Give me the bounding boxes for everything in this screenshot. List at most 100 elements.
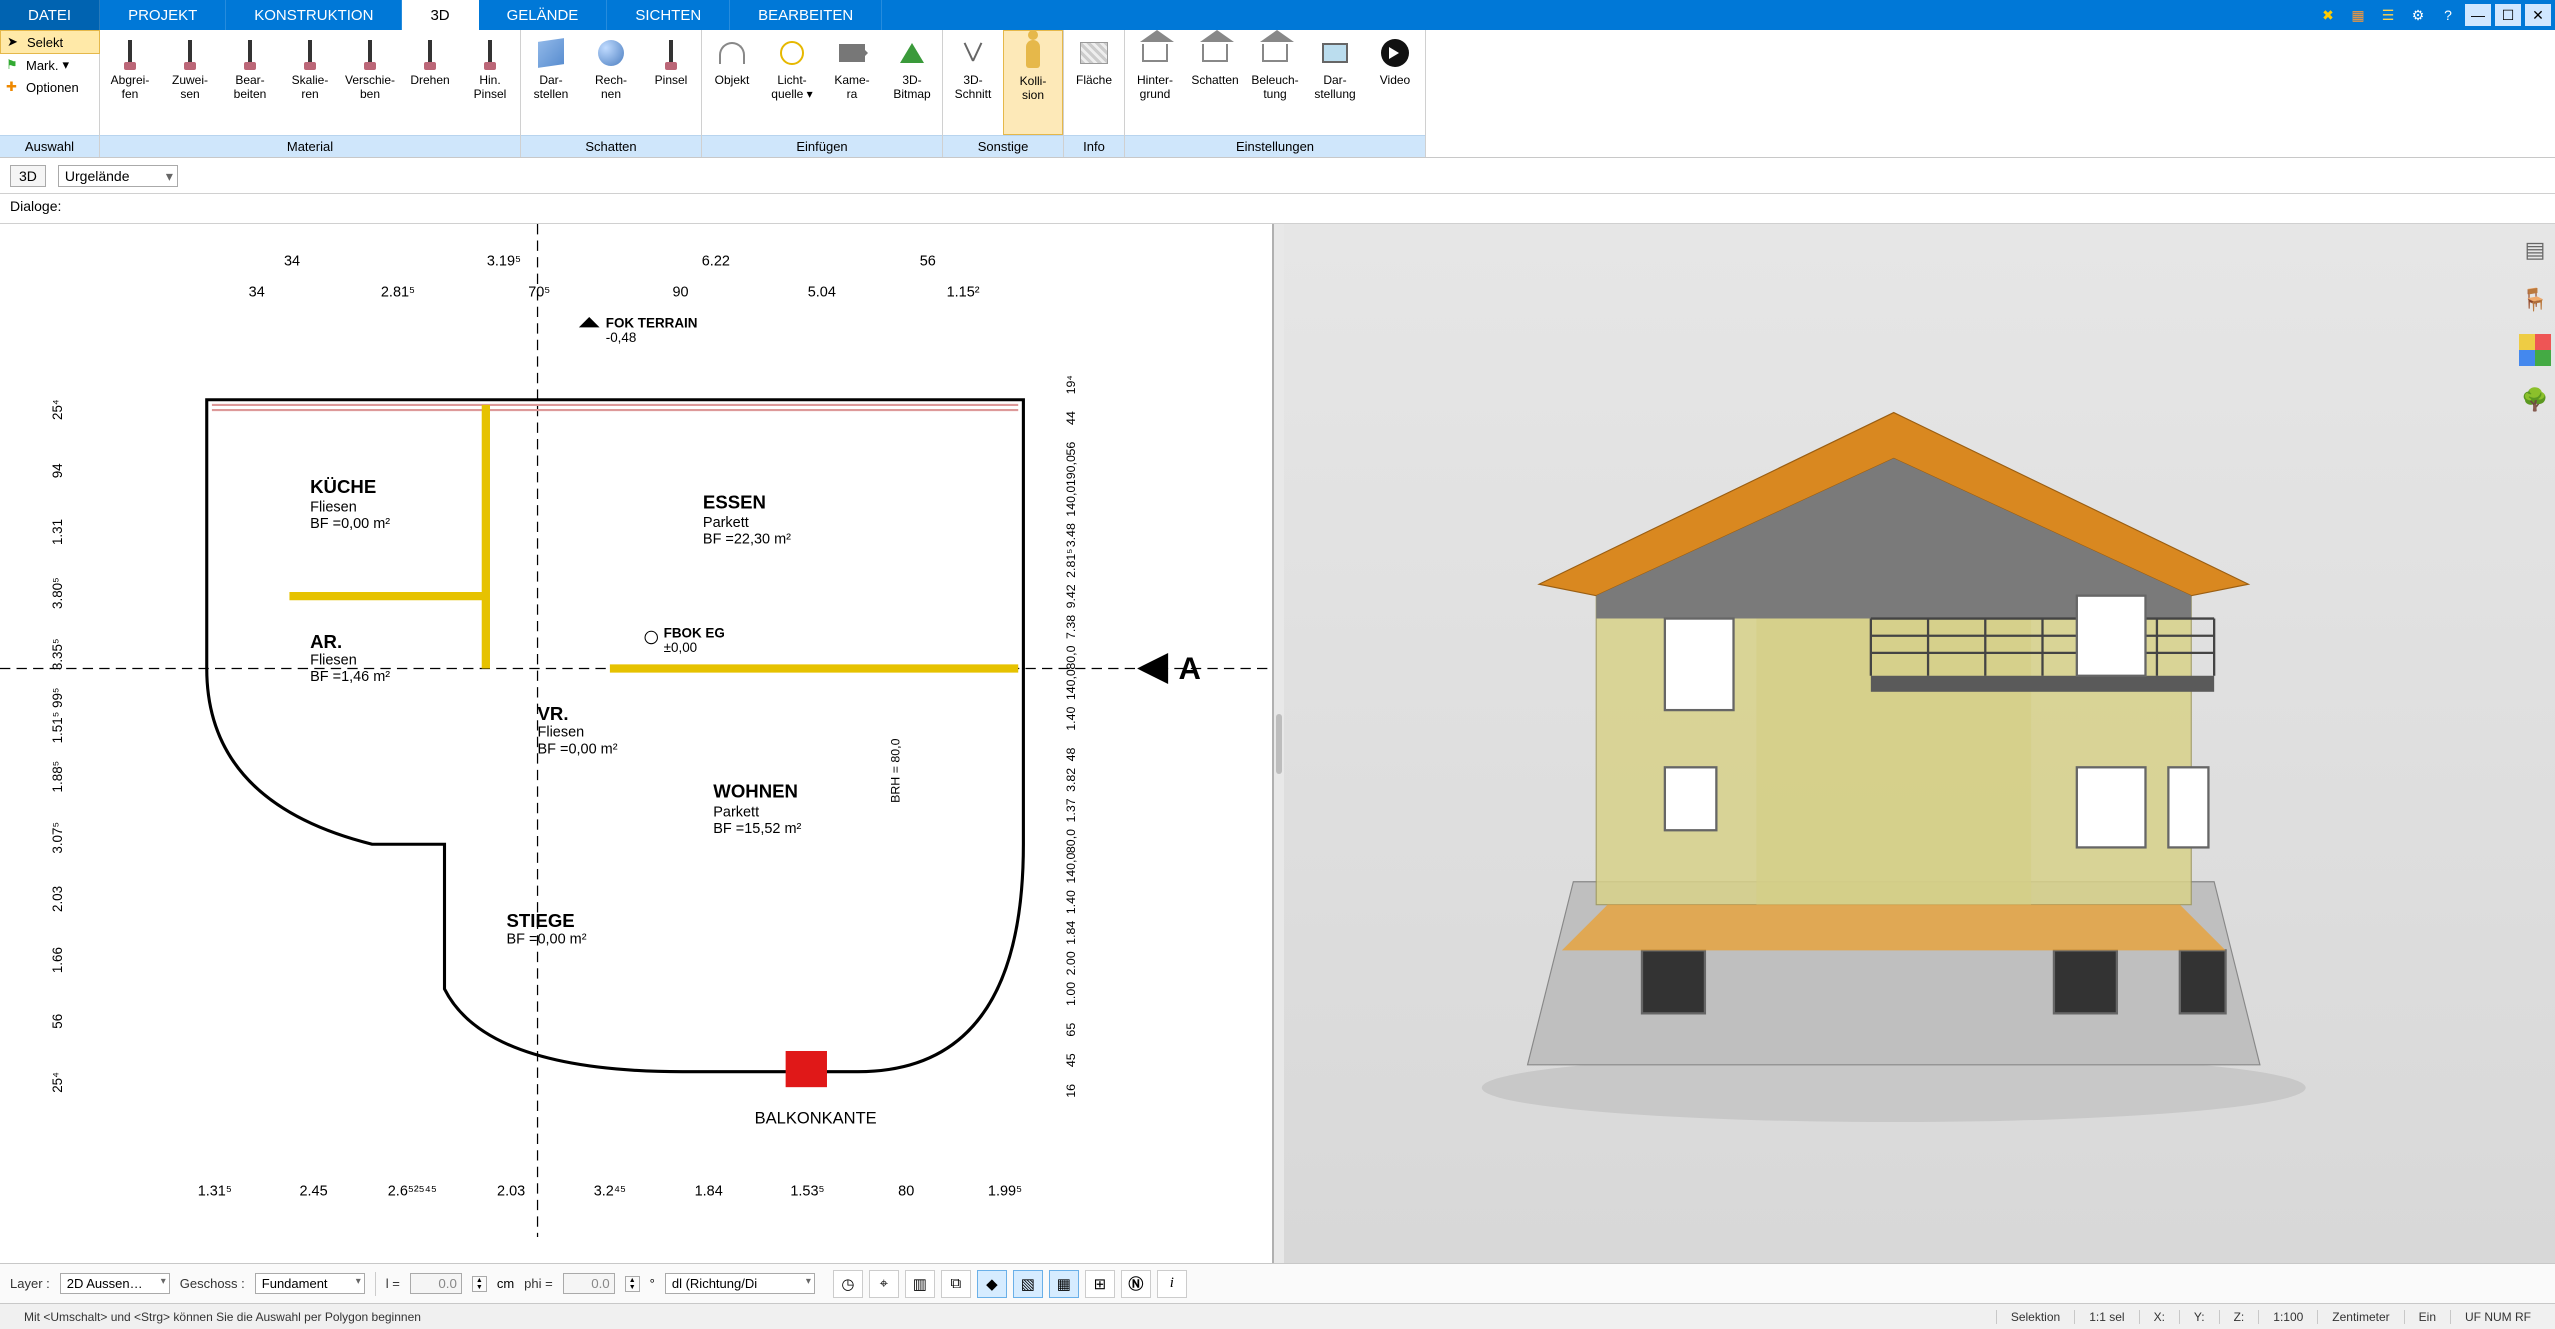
ribbon-btn-einstellungen-3[interactable]: Dar-stellung — [1305, 30, 1365, 135]
mark-tool[interactable]: ⚑ Mark. ▾ — [0, 54, 100, 76]
ribbon-btn-einstellungen-2[interactable]: Beleuch-tung — [1245, 30, 1305, 135]
ribbon-btn-label: Kame- — [834, 74, 869, 88]
length-spinner[interactable]: ▲▼ — [472, 1276, 487, 1292]
ico-screen-icon — [1318, 36, 1352, 70]
menu-tab-gelaende[interactable]: GELÄNDE — [479, 0, 608, 30]
ribbon-btn-material-1[interactable]: Zuwei-sen — [160, 30, 220, 135]
ribbon-btn-material-2[interactable]: Bear-beiten — [220, 30, 280, 135]
stack-icon[interactable]: ▥ — [905, 1270, 935, 1298]
palette-icon[interactable] — [2519, 334, 2551, 366]
ribbon-btn-schatten-0[interactable]: Dar-stellen — [521, 30, 581, 135]
svg-text:2.81⁵: 2.81⁵ — [381, 284, 415, 300]
ico-sphere-icon — [594, 36, 628, 70]
svg-text:3.80⁵: 3.80⁵ — [50, 577, 65, 609]
phi-input[interactable] — [563, 1273, 615, 1294]
help-icon[interactable]: ? — [2435, 4, 2461, 26]
layers2-icon[interactable]: ⧉ — [941, 1270, 971, 1298]
ico-house-icon — [1258, 36, 1292, 70]
svg-text:1.00: 1.00 — [1064, 982, 1078, 1006]
phi-spinner[interactable]: ▲▼ — [625, 1276, 640, 1292]
svg-text:6.22: 6.22 — [702, 253, 730, 269]
svg-text:1.37: 1.37 — [1064, 798, 1078, 822]
ribbon-btn-einfuegen-1[interactable]: Licht-quelle ▾ — [762, 30, 822, 135]
options-tool[interactable]: ✚ Optionen — [0, 76, 100, 98]
menu-tab-bearbeiten[interactable]: BEARBEITEN — [730, 0, 882, 30]
ico-play-icon — [1378, 36, 1412, 70]
tool-icon-3[interactable]: ☰ — [2375, 4, 2401, 26]
svg-text:1.31: 1.31 — [50, 519, 65, 545]
svg-text:94: 94 — [50, 463, 65, 478]
ribbon-group-info: Fläche Info — [1064, 30, 1125, 157]
ribbon-btn-label2: Pinsel — [474, 88, 507, 102]
svg-text:2.03: 2.03 — [497, 1184, 525, 1200]
geschoss-dropdown[interactable]: Fundament — [255, 1273, 365, 1294]
ico-brush-icon — [413, 36, 447, 70]
floorplan-viewport[interactable]: KÜCHE ESSEN AR. VR. WOHNEN STIEGE Fliese… — [0, 224, 1274, 1263]
menu-tab-datei[interactable]: DATEI — [0, 0, 100, 30]
svg-text:48: 48 — [1064, 747, 1078, 761]
svg-text:3.82: 3.82 — [1064, 768, 1078, 792]
menu-tab-3d[interactable]: 3D — [402, 0, 478, 30]
north-icon[interactable]: Ⓝ — [1121, 1270, 1151, 1298]
group-label-schatten: Schatten — [521, 135, 701, 157]
mode-indicator: 3D — [10, 165, 46, 187]
3d-viewport[interactable]: ▤ 🪑 🌳 — [1284, 224, 2555, 1263]
ribbon-btn-label: Dar- — [539, 74, 562, 88]
pane-splitter[interactable] — [1274, 224, 1284, 1263]
ribbon-btn-schatten-1[interactable]: Rech-nen — [581, 30, 641, 135]
cursor-icon: ➤ — [7, 34, 23, 50]
svg-text:25⁴: 25⁴ — [50, 1072, 65, 1093]
layer-dropdown[interactable]: 2D Aussen… — [60, 1273, 170, 1294]
ico-house-icon — [1198, 36, 1232, 70]
minimize-icon[interactable]: — — [2465, 4, 2491, 26]
ribbon-btn-material-6[interactable]: Hin.Pinsel — [460, 30, 520, 135]
grid-icon[interactable]: ⊞ — [1085, 1270, 1115, 1298]
ribbon-btn-label: Kolli- — [1020, 75, 1047, 89]
clock-icon[interactable]: ◷ — [833, 1270, 863, 1298]
snap2-icon[interactable]: ▧ — [1013, 1270, 1043, 1298]
target-icon[interactable]: ⌖ — [869, 1270, 899, 1298]
svg-text:-0,48: -0,48 — [606, 330, 637, 345]
snap3-icon[interactable]: ▦ — [1049, 1270, 1079, 1298]
group-label-einstellungen: Einstellungen — [1125, 135, 1425, 157]
ribbon-btn-einstellungen-1[interactable]: Schatten — [1185, 30, 1245, 135]
ribbon-btn-label2: ben — [360, 88, 380, 102]
ribbon-btn-material-4[interactable]: Verschie-ben — [340, 30, 400, 135]
ribbon-btn-sonstige-1[interactable]: Kolli-sion — [1003, 30, 1063, 135]
layers-icon[interactable]: ▤ — [2519, 234, 2551, 266]
tool-icon-2[interactable]: ▦ — [2345, 4, 2371, 26]
select-tool[interactable]: ➤ Selekt — [0, 30, 100, 54]
ribbon-btn-einstellungen-4[interactable]: Video — [1365, 30, 1425, 135]
tool-icon-1[interactable]: ✖ — [2315, 4, 2341, 26]
close-icon[interactable]: ✕ — [2525, 4, 2551, 26]
ribbon-btn-einfuegen-3[interactable]: 3D-Bitmap — [882, 30, 942, 135]
ribbon-btn-schatten-2[interactable]: Pinsel — [641, 30, 701, 135]
gear-icon[interactable]: ⚙ — [2405, 4, 2431, 26]
menu-tab-sichten[interactable]: SICHTEN — [607, 0, 730, 30]
svg-text:3.48: 3.48 — [1064, 523, 1078, 547]
ribbon-btn-material-3[interactable]: Skalie-ren — [280, 30, 340, 135]
ribbon-btn-material-0[interactable]: Abgrei-fen — [100, 30, 160, 135]
snap1-icon[interactable]: ◆ — [977, 1270, 1007, 1298]
ribbon-btn-einstellungen-0[interactable]: Hinter-grund — [1125, 30, 1185, 135]
svg-text:2.6⁵²⁵⁴⁵: 2.6⁵²⁵⁴⁵ — [388, 1184, 437, 1200]
ribbon-btn-material-5[interactable]: Drehen — [400, 30, 460, 135]
phi-label: phi = — [524, 1276, 553, 1291]
svg-text:1.53⁵: 1.53⁵ — [790, 1184, 824, 1200]
ribbon-btn-label2: stellen — [534, 88, 569, 102]
info-icon[interactable]: i — [1157, 1270, 1187, 1298]
ribbon-btn-einfuegen-2[interactable]: Kame-ra — [822, 30, 882, 135]
menu-tab-projekt[interactable]: PROJEKT — [100, 0, 226, 30]
ribbon-btn-label: Licht- — [777, 74, 806, 88]
menu-tab-konstruktion[interactable]: KONSTRUKTION — [226, 0, 402, 30]
length-input[interactable] — [410, 1273, 462, 1294]
maximize-icon[interactable]: ☐ — [2495, 4, 2521, 26]
ribbon-btn-sonstige-0[interactable]: 3D-Schnitt — [943, 30, 1003, 135]
svg-text:80,0: 80,0 — [1064, 645, 1078, 669]
tree-icon[interactable]: 🌳 — [2519, 384, 2551, 416]
chair-icon[interactable]: 🪑 — [2519, 284, 2551, 316]
ribbon-btn-info-0[interactable]: Fläche — [1064, 30, 1124, 135]
direction-dropdown[interactable]: dl (Richtung/Di — [665, 1273, 815, 1294]
ribbon-btn-einfuegen-0[interactable]: Objekt — [702, 30, 762, 135]
terrain-dropdown[interactable]: Urgelände — [58, 165, 178, 187]
